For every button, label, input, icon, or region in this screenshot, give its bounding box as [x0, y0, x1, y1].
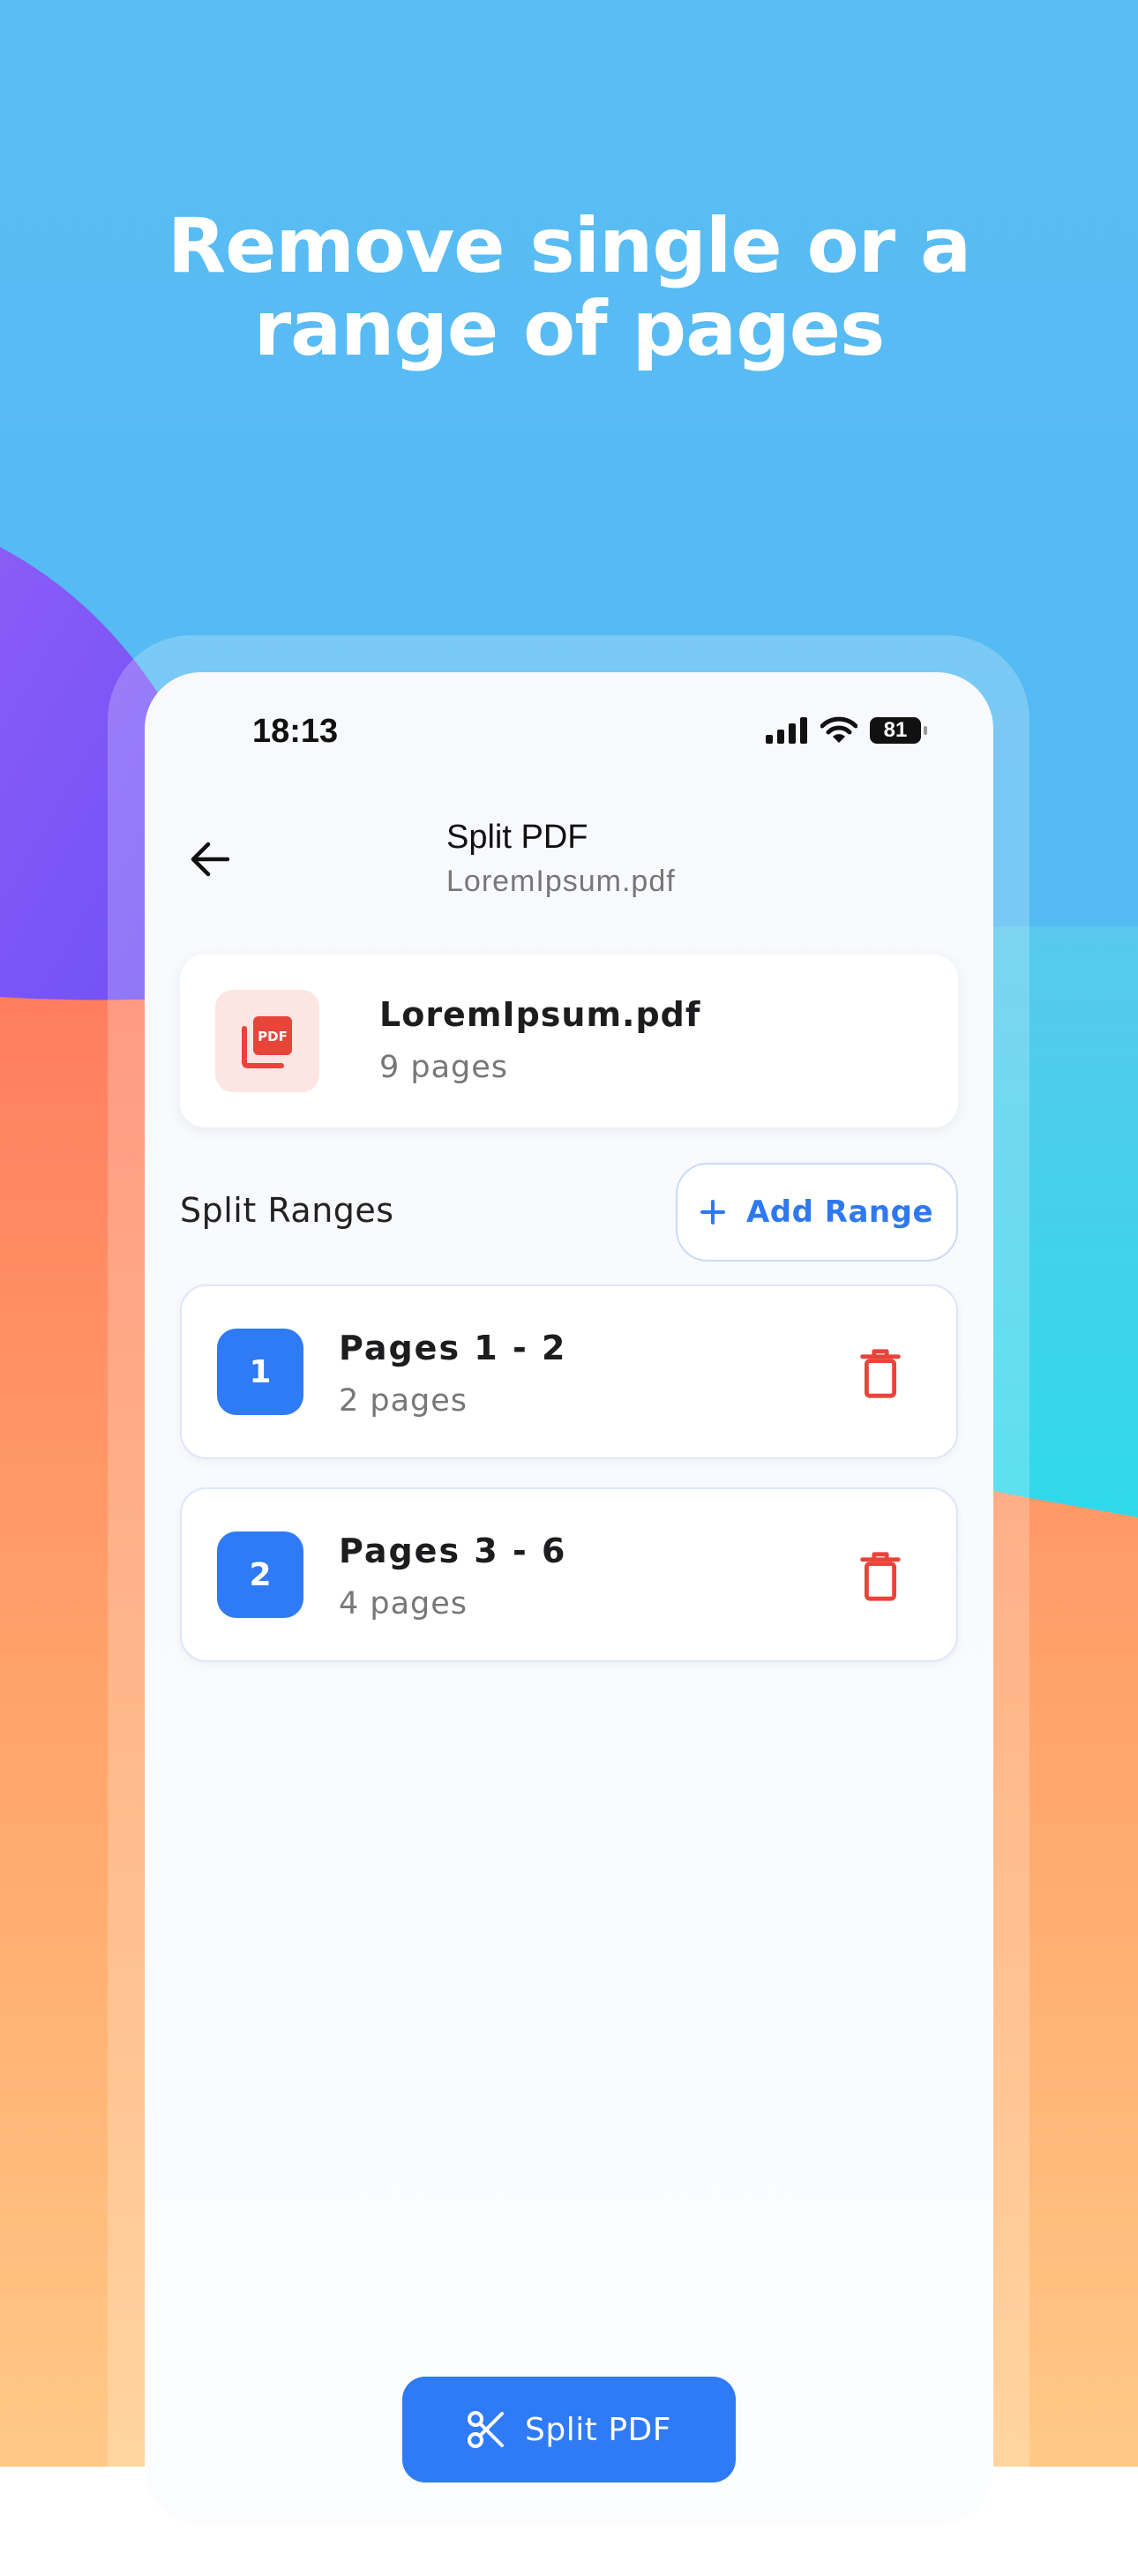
range-index-badge: 1 — [217, 1329, 303, 1415]
back-button[interactable] — [182, 831, 238, 887]
headline-line-2: range of pages — [253, 285, 886, 373]
range-card[interactable]: 1 Pages 1 - 2 2 pages — [180, 1284, 958, 1459]
split-ranges-heading: Split Ranges — [180, 1191, 394, 1230]
trash-icon[interactable] — [859, 1551, 902, 1602]
phone-screen: 18:13 81 Split PDF LoremIpsum.pdf PDF Lo… — [145, 672, 993, 2525]
nav-subtitle: LoremIpsum.pdf — [446, 865, 676, 898]
wifi-icon — [820, 716, 857, 743]
pdf-icon: PDF — [242, 1016, 292, 1068]
file-card: PDF LoremIpsum.pdf 9 pages — [180, 955, 958, 1127]
file-name: LoremIpsum.pdf — [379, 995, 701, 1034]
nav-title: Split PDF — [446, 819, 588, 856]
range-title: Pages 3 - 6 — [339, 1531, 567, 1570]
status-icons: 81 — [766, 715, 927, 746]
range-page-count: 4 pages — [339, 1586, 468, 1621]
scissors-icon — [468, 2411, 505, 2448]
signal-icon — [766, 717, 807, 744]
trash-icon[interactable] — [859, 1348, 902, 1399]
split-pdf-label: Split PDF — [525, 2411, 671, 2448]
add-range-button[interactable]: Add Range — [676, 1163, 958, 1262]
range-title: Pages 1 - 2 — [339, 1329, 567, 1367]
headline-line-1: Remove single or a — [167, 202, 971, 290]
range-index-badge: 2 — [217, 1531, 303, 1618]
pdf-icon-label: PDF — [258, 1029, 288, 1045]
status-time: 18:13 — [252, 713, 339, 750]
pdf-icon-tile: PDF — [215, 990, 319, 1092]
headline: Remove single or a range of pages — [0, 205, 1138, 371]
plus-icon — [700, 1200, 725, 1224]
file-page-count: 9 pages — [379, 1050, 509, 1085]
battery-level: 81 — [883, 718, 908, 742]
range-page-count: 2 pages — [339, 1383, 468, 1419]
split-pdf-button[interactable]: Split PDF — [402, 2377, 736, 2482]
arrow-left-icon — [191, 842, 229, 877]
range-card[interactable]: 2 Pages 3 - 6 4 pages — [180, 1487, 958, 1662]
add-range-label: Add Range — [745, 1194, 934, 1230]
battery-icon: 81 — [870, 717, 927, 744]
